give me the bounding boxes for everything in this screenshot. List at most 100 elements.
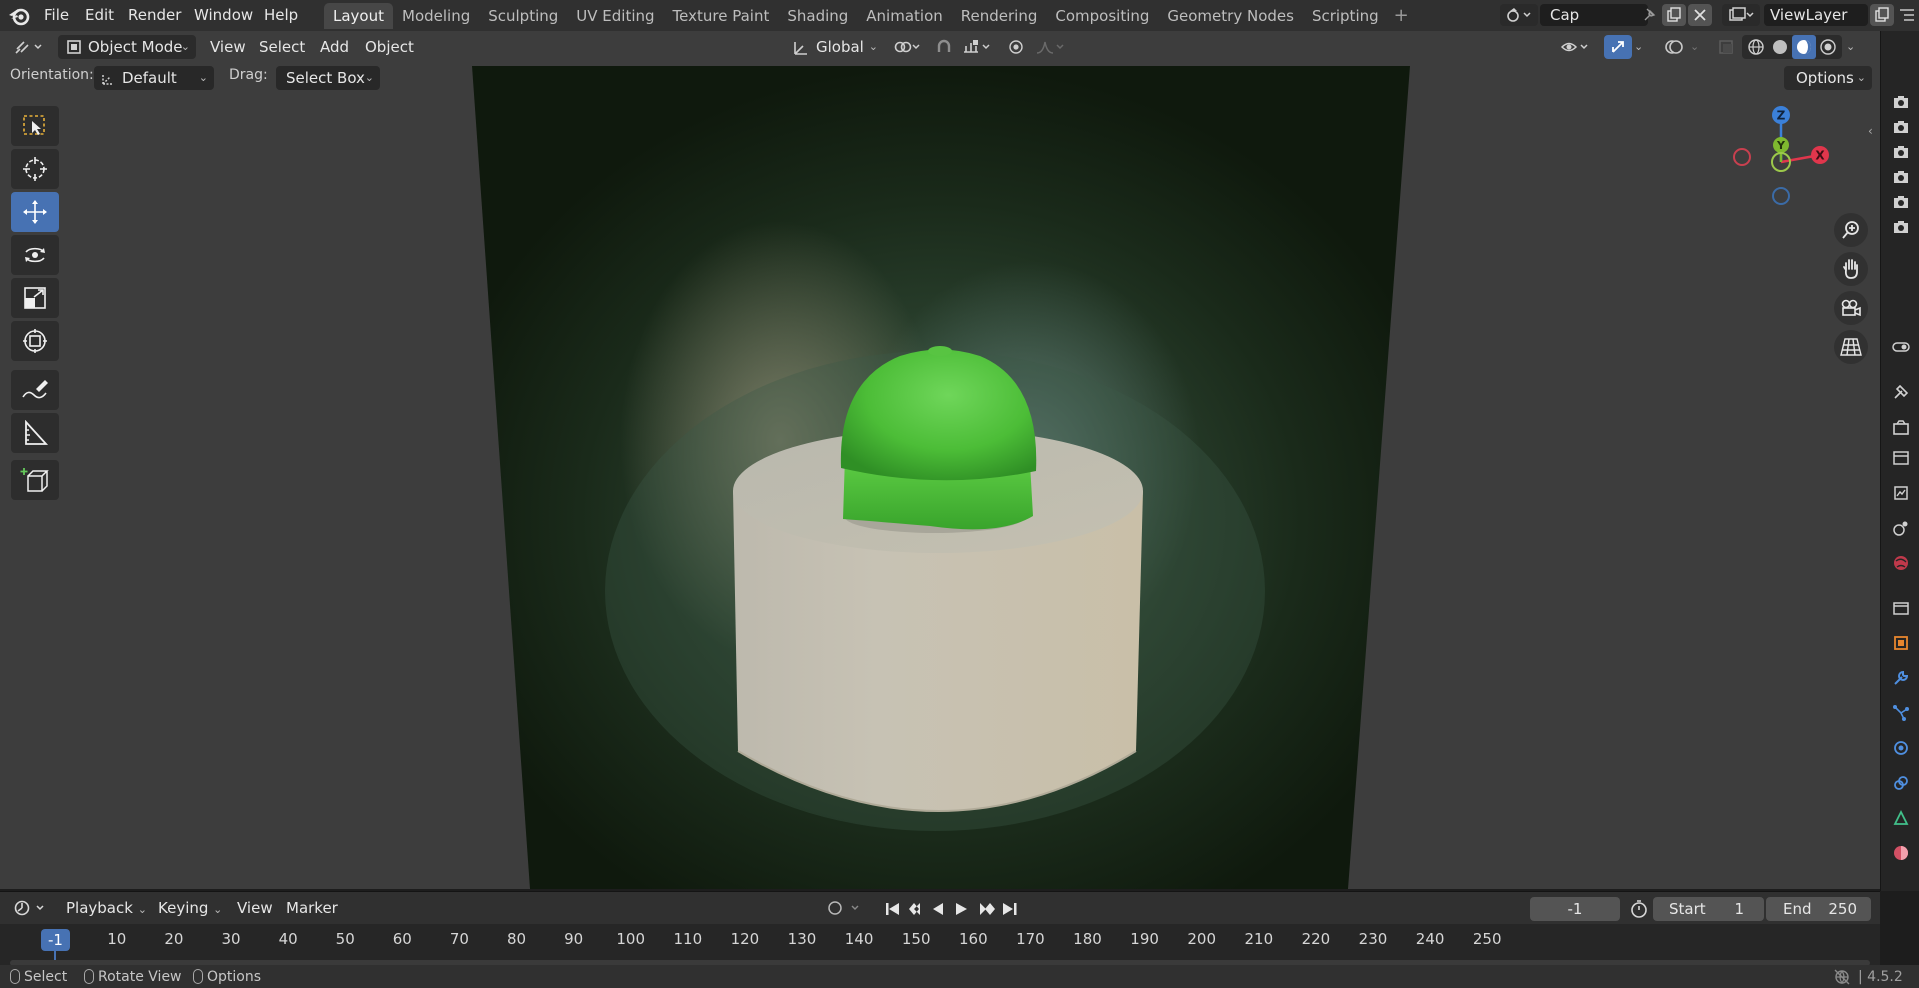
output-properties-icon[interactable]: [1892, 449, 1910, 467]
viewport-menu-object[interactable]: Object: [365, 35, 414, 59]
stopwatch-icon[interactable]: [1629, 899, 1649, 919]
orientation-dropdown[interactable]: Default ⌄: [94, 66, 214, 90]
timeline-menu-playback[interactable]: Playback ⌄: [66, 897, 147, 919]
pivot-point-dropdown[interactable]: [890, 35, 926, 59]
viewlayer-browse-button[interactable]: [1722, 4, 1760, 26]
zoom-view-button[interactable]: [1834, 213, 1868, 247]
network-disabled-icon[interactable]: [1833, 969, 1851, 985]
scene-name-field[interactable]: Cap: [1540, 4, 1648, 26]
data-properties-icon[interactable]: [1892, 809, 1910, 827]
tab-modeling[interactable]: Modeling: [393, 3, 479, 29]
tab-layout[interactable]: Layout: [324, 3, 393, 29]
gizmo-toggle[interactable]: [1604, 35, 1632, 59]
delete-scene-button[interactable]: [1688, 4, 1712, 26]
transform-tool[interactable]: [11, 321, 59, 361]
camera-restrict-icon[interactable]: [1892, 118, 1910, 136]
add-cube-tool[interactable]: [11, 460, 59, 500]
editor-type-button[interactable]: [10, 35, 48, 59]
playhead-frame-indicator[interactable]: -1: [41, 929, 70, 951]
tab-geometry-nodes[interactable]: Geometry Nodes: [1158, 3, 1303, 29]
measure-tool[interactable]: [11, 413, 59, 453]
proportional-editing-toggle[interactable]: [1004, 35, 1028, 59]
3d-viewport[interactable]: Z X Y Object Mode ⌄ View Select Add Obje…: [0, 31, 1880, 889]
rotate-tool[interactable]: [11, 235, 59, 275]
select-box-tool[interactable]: [11, 106, 59, 146]
xray-toggle[interactable]: [1714, 35, 1740, 59]
snap-toggle[interactable]: [932, 35, 956, 59]
material-properties-icon[interactable]: [1892, 844, 1910, 862]
tab-texture-paint[interactable]: Texture Paint: [664, 3, 779, 29]
viewport-menu-view[interactable]: View: [210, 35, 246, 59]
visibility-dropdown[interactable]: [1556, 35, 1594, 59]
material-preview-button[interactable]: [1792, 35, 1816, 59]
camera-restrict-icon[interactable]: [1892, 168, 1910, 186]
menu-render[interactable]: Render: [128, 0, 181, 31]
timeline-menu-view[interactable]: View: [237, 897, 273, 919]
annotate-tool[interactable]: [11, 370, 59, 410]
menu-help[interactable]: Help: [264, 0, 298, 31]
tab-compositing[interactable]: Compositing: [1046, 3, 1158, 29]
outliner-toggle-icon[interactable]: [1898, 8, 1916, 24]
particles-properties-icon[interactable]: [1892, 704, 1910, 722]
jump-to-start-icon[interactable]: [886, 903, 899, 915]
tool-properties-icon[interactable]: [1892, 383, 1910, 401]
constraint-properties-icon[interactable]: [1892, 774, 1910, 792]
mode-dropdown[interactable]: Object Mode ⌄: [58, 35, 196, 59]
physics-properties-icon[interactable]: [1892, 739, 1910, 757]
timeline-editor-type-button[interactable]: [10, 897, 50, 919]
menu-window[interactable]: Window: [194, 0, 253, 31]
menu-edit[interactable]: Edit: [85, 0, 114, 31]
rendered-shading-icon[interactable]: [1819, 38, 1837, 56]
current-frame-field[interactable]: -1: [1530, 897, 1620, 921]
pin-icon[interactable]: [1642, 7, 1658, 23]
camera-view-button[interactable]: [1834, 291, 1868, 325]
camera-restrict-icon[interactable]: [1892, 193, 1910, 211]
camera-restrict-icon[interactable]: [1892, 218, 1910, 236]
timeline-menu-keying[interactable]: Keying ⌄: [158, 897, 222, 919]
tab-shading[interactable]: Shading: [778, 3, 857, 29]
end-frame-field[interactable]: End 250: [1766, 897, 1871, 921]
viewport-menu-add[interactable]: Add: [320, 35, 349, 59]
start-frame-field[interactable]: Start 1: [1653, 897, 1764, 921]
new-viewlayer-button[interactable]: [1870, 4, 1894, 26]
view-layer-properties-icon[interactable]: [1892, 484, 1910, 502]
toggle-perspective-button[interactable]: [1834, 330, 1868, 364]
transform-orientation-dropdown[interactable]: Global ⌄: [786, 35, 882, 59]
modifier-properties-icon[interactable]: [1892, 669, 1910, 687]
drag-dropdown[interactable]: Select Box ⌄: [276, 66, 380, 90]
timeline-editor[interactable]: Playback ⌄ Keying ⌄ View Marker -1 Start…: [0, 891, 1880, 971]
add-workspace-button[interactable]: +: [1388, 3, 1415, 29]
jump-to-end-icon[interactable]: [1003, 903, 1017, 915]
pan-view-button[interactable]: [1834, 252, 1868, 286]
sidebar-expand-icon[interactable]: ‹: [1868, 124, 1873, 138]
overlays-toggle[interactable]: [1660, 35, 1688, 59]
viewlayer-name-field[interactable]: ViewLayer: [1764, 4, 1868, 26]
solid-shading-icon[interactable]: [1771, 38, 1789, 56]
auto-keying-toggle[interactable]: [824, 897, 866, 919]
scale-tool[interactable]: [11, 278, 59, 318]
snap-target-dropdown[interactable]: [958, 35, 996, 59]
gizmo-dropdown-chevron-icon[interactable]: ⌄: [1634, 35, 1648, 59]
object-properties-icon[interactable]: [1892, 634, 1910, 652]
jump-to-keyframe-back-icon[interactable]: [909, 903, 920, 915]
camera-restrict-icon[interactable]: [1892, 143, 1910, 161]
wireframe-shading-icon[interactable]: [1747, 38, 1765, 56]
cursor-tool[interactable]: [11, 149, 59, 189]
tab-scripting[interactable]: Scripting: [1303, 3, 1388, 29]
menu-file[interactable]: File: [44, 0, 69, 31]
viewport-menu-select[interactable]: Select: [259, 35, 305, 59]
overlays-dropdown-chevron-icon[interactable]: ⌄: [1690, 35, 1704, 59]
blender-logo-icon[interactable]: [8, 5, 32, 27]
properties-editor-icon[interactable]: [1892, 338, 1910, 356]
tab-uv-editing[interactable]: UV Editing: [567, 3, 663, 29]
proportional-falloff-dropdown[interactable]: [1032, 35, 1068, 59]
shading-dropdown-chevron-icon[interactable]: ⌄: [1846, 35, 1860, 59]
collection-properties-icon[interactable]: [1892, 599, 1910, 617]
camera-restrict-icon[interactable]: [1892, 93, 1910, 111]
scene-browse-button[interactable]: [1500, 4, 1538, 26]
tab-sculpting[interactable]: Sculpting: [479, 3, 567, 29]
move-tool[interactable]: [11, 192, 59, 232]
play-icon[interactable]: [956, 903, 967, 915]
options-dropdown[interactable]: Options ⌄: [1784, 66, 1872, 90]
timeline-menu-marker[interactable]: Marker: [286, 897, 338, 919]
